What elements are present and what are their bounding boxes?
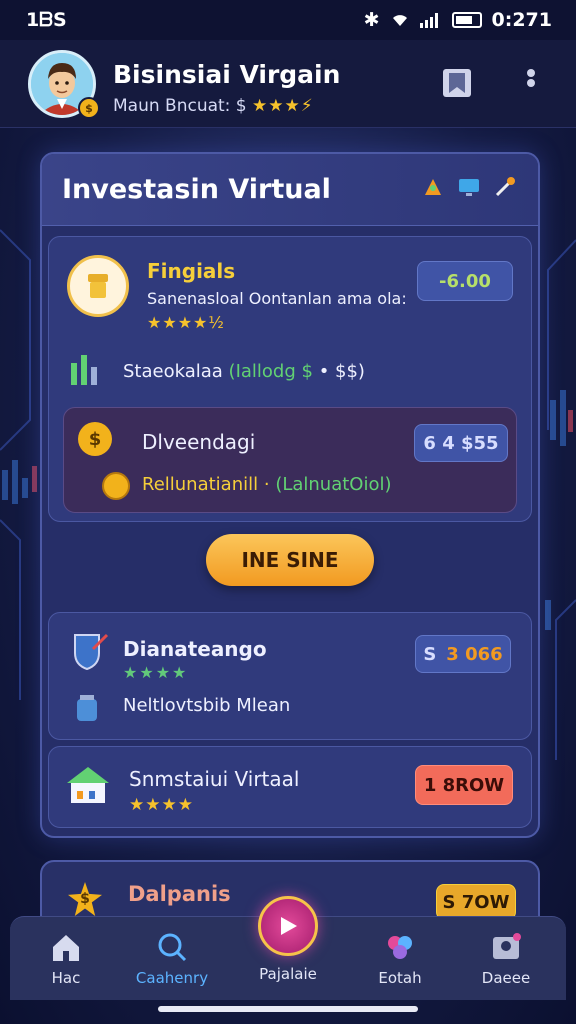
- status-time-left: 1ᗷS: [26, 9, 67, 31]
- asset-value-badge: S 7OW: [436, 884, 516, 920]
- dividend-value-badge: 6 4 $55: [414, 424, 508, 462]
- asset-card-dianateango[interactable]: Dianateango ★★★★ S 3 066 Neltlovtsbib Ml…: [48, 612, 532, 740]
- asset-subtitle: Sanenasloal Oontanlan ama ola:: [147, 289, 407, 308]
- center-action-button[interactable]: [258, 896, 318, 956]
- play-arrow-icon: [281, 917, 297, 935]
- dividend-title: Dlveendagi: [142, 430, 256, 454]
- home-icon: [53, 935, 79, 961]
- signal-icon: [419, 13, 438, 28]
- asset-value-badge: S 3 066: [415, 635, 511, 673]
- flower-icon: [388, 936, 412, 959]
- nav-item-activity[interactable]: Eotah: [350, 931, 450, 987]
- dividend-detail: Rellunatianill · (LalnuatOiol): [142, 474, 392, 495]
- shield-icon: [74, 633, 109, 671]
- primary-action-button[interactable]: INE SINE: [206, 534, 374, 586]
- stat-value: (Iallodg $: [228, 361, 313, 382]
- more-options-icon[interactable]: [520, 66, 542, 100]
- nav-label: Caahenry: [135, 969, 209, 987]
- asset-rating-stars: ★★★★: [123, 663, 189, 682]
- battery-icon: [451, 12, 482, 28]
- stat-line: Staeokalaa (Iallodg $ • $$): [123, 361, 365, 382]
- status-icons: ✱ 0:271: [364, 9, 552, 31]
- investment-panel: Investasin Virtual Fingials Sanenasloal …: [40, 152, 540, 838]
- search-icon: [158, 933, 187, 962]
- stat-extra: • $$): [318, 361, 365, 382]
- jar-icon: [77, 695, 97, 721]
- coin-icon: [102, 472, 130, 500]
- monitor-icon[interactable]: [456, 174, 482, 200]
- dividend-detail-value: (LalnuatOiol): [275, 474, 392, 495]
- nav-item-profile[interactable]: Daeee: [456, 931, 556, 987]
- asset-value-badge: -6.00: [417, 261, 513, 301]
- user-name: Bisinsiai Virgain: [113, 60, 341, 89]
- panel-header-icons: [420, 174, 518, 200]
- dollar-coin-icon: $: [78, 422, 112, 456]
- status-bar: 1ᗷS ✱ 0:271: [0, 0, 576, 40]
- profile-card-icon: [493, 933, 521, 959]
- home-indicator[interactable]: [158, 1006, 418, 1012]
- panel-title: Investasin Virtual: [62, 174, 331, 205]
- asset-card-virtual[interactable]: Snmstaiui Virtaal ★★★★ 1 8ROW: [48, 746, 532, 828]
- user-rating-stars: ★★★⚡: [252, 96, 314, 116]
- house-icon: [67, 767, 109, 803]
- asset-title: Dalpanis: [128, 882, 231, 906]
- user-balance-label: Maun Bncuat: $: [113, 96, 247, 116]
- app-header: $ Bisinsiai Virgain Maun Bncuat: $ ★★★⚡: [0, 40, 576, 128]
- nav-item-category[interactable]: Caahenry: [122, 931, 222, 987]
- nav-label: Eotah: [378, 969, 422, 987]
- asset-rating-stars: ★★★★½: [147, 313, 225, 332]
- user-subtitle: Maun Bncuat: $ ★★★⚡: [113, 96, 314, 116]
- stat-label: Staeokalaa: [123, 361, 223, 382]
- nav-label: Hac: [51, 969, 81, 987]
- wifi-icon: [392, 15, 407, 26]
- asset-rating-stars: ★★★★: [129, 795, 194, 815]
- dividend-card[interactable]: $ Dlveendagi 6 4 $55 Rellunatianill · (L…: [63, 407, 517, 513]
- coin-stack-icon: [67, 255, 129, 317]
- bar-chart-icon: [71, 355, 97, 385]
- asset-sub: Neltlovtsbib Mlean: [123, 695, 291, 716]
- nav-label: Pajalaie: [259, 965, 317, 983]
- dividend-detail-label: Rellunatianill ·: [142, 474, 270, 495]
- asset-card-fingials[interactable]: Fingials Sanenasloal Oontanlan ama ola: …: [48, 236, 532, 522]
- asset-value-prefix: S: [423, 643, 437, 665]
- asset-title: Dianateango: [123, 637, 267, 661]
- bluetooth-icon: ✱: [363, 9, 380, 31]
- asset-value-badge: 1 8ROW: [415, 765, 513, 805]
- asset-title: Fingials: [147, 259, 236, 283]
- nav-item-play[interactable]: Pajalaie: [238, 965, 338, 983]
- coin-badge-icon: $: [78, 97, 100, 119]
- rocket-icon[interactable]: [420, 174, 446, 200]
- status-time-right: 0:271: [491, 9, 552, 31]
- key-icon[interactable]: [492, 174, 518, 200]
- bookmark-icon[interactable]: [440, 66, 474, 100]
- panel-header: Investasin Virtual: [42, 154, 538, 226]
- asset-value-amount: 3 066: [446, 643, 503, 665]
- star-coin-icon: $: [68, 882, 102, 916]
- nav-item-home[interactable]: Hac: [16, 931, 116, 987]
- nav-label: Daeee: [481, 969, 531, 987]
- asset-title: Snmstaiui Virtaal: [129, 767, 300, 791]
